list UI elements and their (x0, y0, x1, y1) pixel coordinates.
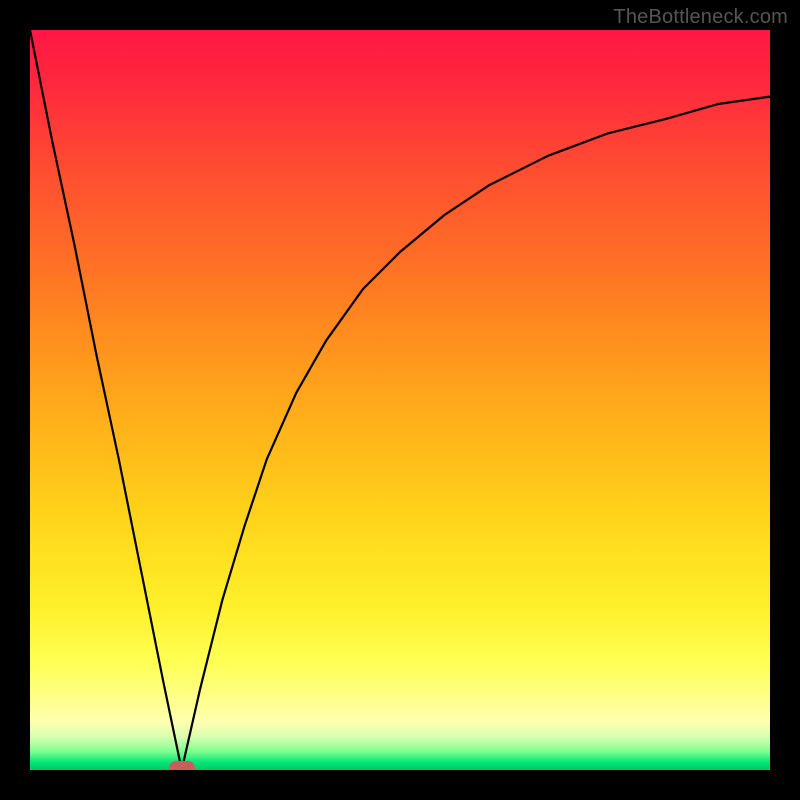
optimum-marker (169, 761, 195, 770)
plot-area (30, 30, 770, 770)
bottleneck-curve (30, 30, 770, 770)
chart-frame: TheBottleneck.com (0, 0, 800, 800)
watermark-text: TheBottleneck.com (613, 6, 788, 29)
